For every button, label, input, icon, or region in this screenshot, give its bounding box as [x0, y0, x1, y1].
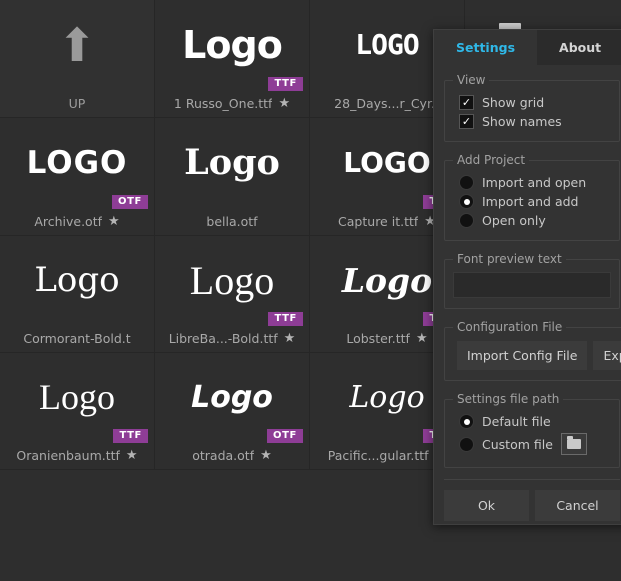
import-config-file-button[interactable]: Import Config File — [457, 341, 588, 370]
radio-import-and-add-label: Import and add — [482, 194, 579, 209]
up-arrow-wrap: ⬆ — [0, 0, 154, 89]
font-cell-footer: otrada.otf ★ — [155, 441, 309, 469]
app-root: ⬆ UP Logo TTF 1 Russo_One.ttf ★ LOGO 28_Days.… — [0, 0, 621, 581]
cancel-button[interactable]: Cancel — [535, 490, 620, 521]
checkbox-show-grid-box[interactable]: ✓ — [459, 95, 474, 110]
up-cell-footer: UP — [0, 89, 154, 117]
font-preview-input[interactable] — [453, 272, 611, 298]
font-grid-cell[interactable]: Logo TTF LibreBa...-Bold.ttf ★ — [155, 236, 310, 353]
dialog-footer: Ok Cancel — [444, 480, 620, 521]
browse-folder-button[interactable] — [560, 433, 587, 455]
font-file-name: 1 Russo_One.ttf — [173, 95, 273, 111]
font-file-name: Archive.otf — [34, 213, 103, 229]
font-file-name: Capture it.ttf — [338, 213, 419, 229]
ok-button[interactable]: Ok — [444, 490, 529, 521]
font-file-name: Pacific...gular.ttf — [327, 447, 429, 463]
font-grid-cell[interactable]: Logo Cormorant-Bold.t — [0, 236, 155, 353]
font-cell-footer: Archive.otf ★ — [0, 207, 154, 235]
radio-import-and-add-dot[interactable] — [459, 194, 474, 209]
dialog-tabbar: Settings About — [434, 30, 621, 65]
group-font-preview-legend: Font preview text — [457, 252, 562, 266]
checkbox-show-grid-label: Show grid — [482, 95, 545, 110]
group-font-preview: Font preview text — [444, 252, 620, 309]
checkbox-show-names-box[interactable]: ✓ — [459, 114, 474, 129]
settings-dialog: Settings About View ✓ Show grid ✓ Show n… — [433, 29, 621, 525]
radio-custom-file-label: Custom file — [482, 436, 553, 452]
font-grid-cell[interactable]: Logo TTF 1 Russo_One.ttf ★ — [155, 0, 310, 118]
checkbox-show-names[interactable]: ✓ Show names — [459, 114, 611, 129]
font-file-name: Oranienbaum.ttf — [16, 447, 120, 463]
font-file-name: LibreBa...-Bold.ttf — [168, 330, 278, 346]
favorite-star-icon[interactable]: ★ — [126, 449, 138, 462]
group-settings-file-path: Settings file path Default file Custom f… — [444, 392, 620, 468]
tab-about[interactable]: About — [537, 30, 621, 65]
font-cell-footer: bella.otf — [155, 207, 309, 235]
radio-open-only-dot[interactable] — [459, 213, 474, 228]
favorite-star-icon[interactable]: ★ — [278, 97, 290, 110]
favorite-star-icon[interactable]: ★ — [284, 332, 296, 345]
group-view-legend: View — [457, 73, 486, 87]
arrow-up-icon: ⬆ — [57, 17, 97, 72]
group-view: View ✓ Show grid ✓ Show names — [444, 73, 620, 142]
radio-custom-file-dot[interactable] — [459, 436, 474, 452]
radio-open-only[interactable]: Open only — [459, 213, 611, 228]
radio-default-file[interactable]: Default file — [459, 414, 611, 429]
group-settings-file-path-legend: Settings file path — [457, 392, 560, 406]
font-file-name: otrada.otf — [192, 447, 255, 463]
grid-cell-up[interactable]: ⬆ UP — [0, 0, 155, 118]
group-add-project: Add Project Import and open Import and a… — [444, 153, 620, 241]
favorite-star-icon[interactable]: ★ — [260, 449, 272, 462]
favorite-star-icon[interactable]: ★ — [108, 215, 120, 228]
checkbox-show-names-label: Show names — [482, 114, 562, 129]
up-label: UP — [68, 95, 86, 111]
radio-import-and-add[interactable]: Import and add — [459, 194, 611, 209]
config-file-buttons: Import Config File Export Config File — [457, 341, 621, 370]
group-add-project-legend: Add Project — [457, 153, 526, 167]
group-configuration-file: Configuration File Import Config File Ex… — [444, 320, 621, 381]
folder-icon — [566, 436, 581, 449]
font-cell-footer: Cormorant-Bold.t — [0, 324, 154, 352]
font-grid-cell[interactable]: Logo OTF otrada.otf ★ — [155, 353, 310, 470]
font-cell-footer: Oranienbaum.ttf ★ — [0, 441, 154, 469]
font-file-name: 28_Days...r_Cyr.t — [334, 95, 440, 111]
font-cell-footer: LibreBa...-Bold.ttf ★ — [155, 324, 309, 352]
radio-default-file-dot[interactable] — [459, 414, 474, 429]
checkbox-show-grid[interactable]: ✓ Show grid — [459, 95, 611, 110]
font-cell-footer: 1 Russo_One.ttf ★ — [155, 89, 309, 117]
font-preview-sample: Logo — [184, 142, 280, 183]
font-file-name: Cormorant-Bold.t — [23, 330, 131, 346]
export-config-file-button[interactable]: Export Config File — [593, 341, 621, 370]
radio-import-and-open-dot[interactable] — [459, 175, 474, 190]
font-file-name: Lobster.ttf — [346, 330, 410, 346]
favorite-star-icon[interactable]: ★ — [416, 332, 428, 345]
font-file-name: bella.otf — [206, 213, 258, 229]
tab-settings-label: Settings — [456, 40, 516, 55]
radio-import-and-open-label: Import and open — [482, 175, 587, 190]
group-configuration-file-legend: Configuration File — [457, 320, 563, 334]
tab-settings[interactable]: Settings — [434, 30, 538, 65]
radio-default-file-label: Default file — [482, 414, 551, 429]
font-preview-sample: Logo — [34, 260, 120, 300]
font-grid-cell[interactable]: LOGO OTF Archive.otf ★ — [0, 118, 155, 236]
font-grid-cell[interactable]: Logo TTF Oranienbaum.ttf ★ — [0, 353, 155, 470]
dialog-body: View ✓ Show grid ✓ Show names Add Projec… — [434, 65, 621, 521]
radio-custom-file[interactable]: Custom file — [459, 433, 611, 455]
tab-about-label: About — [559, 40, 602, 55]
radio-open-only-label: Open only — [482, 213, 546, 228]
radio-import-and-open[interactable]: Import and open — [459, 175, 611, 190]
font-grid-cell[interactable]: Logo bella.otf — [155, 118, 310, 236]
